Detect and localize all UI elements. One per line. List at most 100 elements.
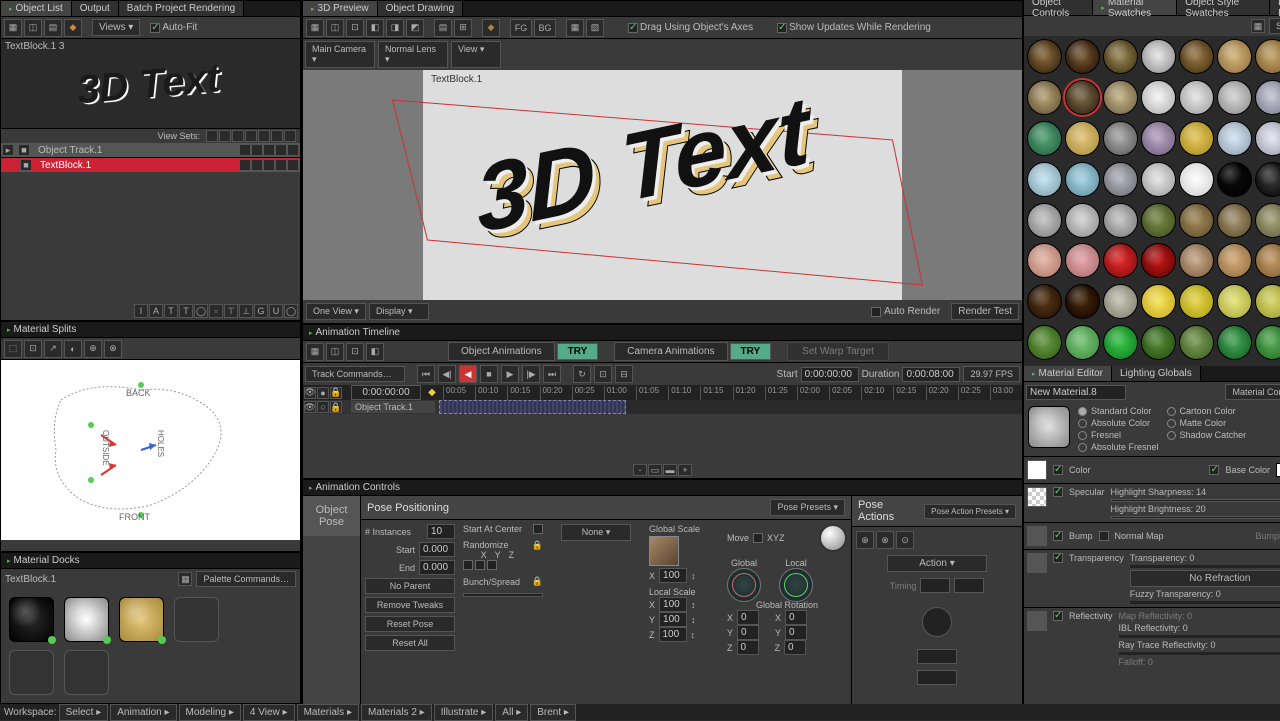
action-value2[interactable]	[917, 670, 957, 685]
split-tool-icon[interactable]: ↗	[44, 340, 62, 358]
material-swatch[interactable]	[1065, 325, 1100, 360]
material-swatch[interactable]	[1179, 284, 1214, 319]
preview-tool-icon[interactable]: ⊞	[454, 19, 472, 37]
rx[interactable]	[737, 610, 759, 625]
split-tool-icon[interactable]: ⬚	[4, 340, 22, 358]
material-swatch[interactable]	[1141, 39, 1176, 74]
preview-tool-icon[interactable]: ▦	[566, 19, 584, 37]
duration-input[interactable]	[902, 367, 960, 382]
material-swatch[interactable]	[1141, 325, 1176, 360]
play-back-icon[interactable]: ◀	[459, 365, 477, 383]
palette-commands[interactable]: Palette Commands…	[196, 571, 296, 587]
rand-x[interactable]	[463, 560, 473, 570]
eye-icon[interactable]: 👁	[304, 387, 316, 399]
material-swatch[interactable]	[1255, 121, 1280, 156]
preview-tool-icon[interactable]: ◆	[482, 19, 500, 37]
shape-icon[interactable]: ◯	[284, 304, 298, 318]
pose-presets-dropdown[interactable]: Pose Presets ▾	[770, 499, 845, 516]
timeline-tool-icon[interactable]: ◫	[326, 343, 344, 361]
action-value[interactable]	[917, 649, 957, 664]
ws-materials[interactable]: Materials ▸	[297, 704, 359, 721]
material-swatch[interactable]	[1065, 162, 1100, 197]
ws-brent[interactable]: Brent ▸	[530, 704, 576, 721]
zoom-icon[interactable]: +	[678, 464, 692, 476]
material-swatch[interactable]	[1027, 121, 1062, 156]
ws-materials2[interactable]: Materials 2 ▸	[361, 704, 432, 721]
radio-fresnel[interactable]	[1078, 431, 1087, 440]
try-button[interactable]: TRY	[730, 343, 772, 360]
split-tool-icon[interactable]: ◐	[64, 340, 82, 358]
pose-action-presets[interactable]: Pose Action Presets ▾	[924, 504, 1016, 519]
goto-end-icon[interactable]: ⏭	[543, 365, 561, 383]
move-xyz[interactable]	[753, 533, 763, 543]
preview-tool-icon[interactable]: ◩	[406, 19, 424, 37]
ibl-slider[interactable]	[1119, 635, 1280, 638]
views-dropdown[interactable]: Views ▾	[92, 19, 140, 36]
grid-icon[interactable]: ▦	[1251, 19, 1265, 33]
material-swatch[interactable]	[1103, 284, 1138, 319]
preview-tool-icon[interactable]: ⊡	[346, 19, 364, 37]
step-fwd-icon[interactable]: |▶	[522, 365, 540, 383]
letter-a-icon[interactable]: A	[149, 304, 163, 318]
viewset-slot[interactable]	[284, 130, 296, 142]
instances-input[interactable]	[427, 524, 455, 539]
lock-icon[interactable]: 🔒	[330, 401, 342, 413]
material-swatch[interactable]	[1141, 284, 1176, 319]
material-swatch[interactable]	[1255, 243, 1280, 278]
normalmap-toggle[interactable]	[1099, 531, 1109, 541]
color-thumb[interactable]	[1027, 460, 1047, 480]
material-swatch[interactable]	[1065, 121, 1100, 156]
material-swatch[interactable]	[1217, 39, 1252, 74]
basecolor-toggle[interactable]	[1209, 465, 1219, 475]
timeline-tool-icon[interactable]: ⊡	[594, 365, 612, 383]
material-swatch[interactable]	[1217, 203, 1252, 238]
split-tool-icon[interactable]: ⊗	[104, 340, 122, 358]
material-swatch[interactable]	[1217, 284, 1252, 319]
tab-material-editor[interactable]: ▸Material Editor	[1024, 366, 1112, 381]
timeline-track[interactable]	[439, 400, 1022, 414]
material-swatch[interactable]	[1103, 39, 1138, 74]
viewset-slot[interactable]	[232, 130, 244, 142]
no-parent-button[interactable]: No Parent	[365, 578, 455, 594]
rz[interactable]	[737, 640, 759, 655]
tool-icon[interactable]: ▦	[4, 19, 22, 37]
autorender-checkbox[interactable]	[871, 307, 881, 317]
fps-display[interactable]: 29.97 FPS	[963, 366, 1020, 382]
tab-style-swatches[interactable]: Object Style Swatches	[1177, 0, 1270, 15]
material-swatch[interactable]	[1217, 243, 1252, 278]
material-swatch[interactable]	[1141, 121, 1176, 156]
timeline-tool-icon[interactable]: ⊡	[346, 343, 364, 361]
tab-object-controls[interactable]: Object Controls	[1024, 0, 1093, 15]
specular-thumb[interactable]	[1027, 487, 1047, 507]
lens-dropdown[interactable]: Normal Lens ▾	[378, 41, 448, 68]
track-btn[interactable]	[263, 159, 275, 171]
bg-icon[interactable]: BG	[534, 19, 556, 37]
ws-select[interactable]: Select ▸	[59, 704, 109, 721]
fuzzy-slider[interactable]	[1130, 601, 1280, 604]
lock-icon[interactable]: 🔒	[330, 387, 342, 399]
tool-icon[interactable]: ▤	[44, 19, 62, 37]
view-dropdown[interactable]: View ▾	[451, 41, 501, 68]
material-swatch[interactable]	[1103, 325, 1138, 360]
track-btn[interactable]	[239, 159, 251, 171]
ry[interactable]	[737, 625, 759, 640]
stop-icon[interactable]: ■	[480, 365, 498, 383]
lscale-y[interactable]	[659, 612, 687, 627]
bunch-slider[interactable]	[463, 593, 543, 597]
shape-icon[interactable]: ◯	[194, 304, 208, 318]
action-tool-icon[interactable]: ⊙	[896, 531, 914, 549]
material-swatch[interactable]	[1179, 203, 1214, 238]
ws-4view[interactable]: 4 View ▸	[243, 704, 295, 721]
display-dropdown[interactable]: Display ▾	[369, 303, 429, 320]
fg-icon[interactable]: FG	[510, 19, 532, 37]
material-swatch[interactable]	[1027, 243, 1062, 278]
render-test-button[interactable]: Render Test	[951, 303, 1019, 320]
global-rot-gizmo[interactable]	[727, 568, 761, 602]
material-swatch[interactable]	[1027, 80, 1062, 115]
color-toggle[interactable]	[1053, 465, 1063, 475]
zoom-icon[interactable]: ▬	[663, 464, 677, 476]
track-btn[interactable]	[251, 144, 263, 156]
material-name-input[interactable]	[1026, 385, 1126, 400]
material-swatch[interactable]	[1103, 80, 1138, 115]
oneview-dropdown[interactable]: One View ▾	[306, 303, 366, 320]
